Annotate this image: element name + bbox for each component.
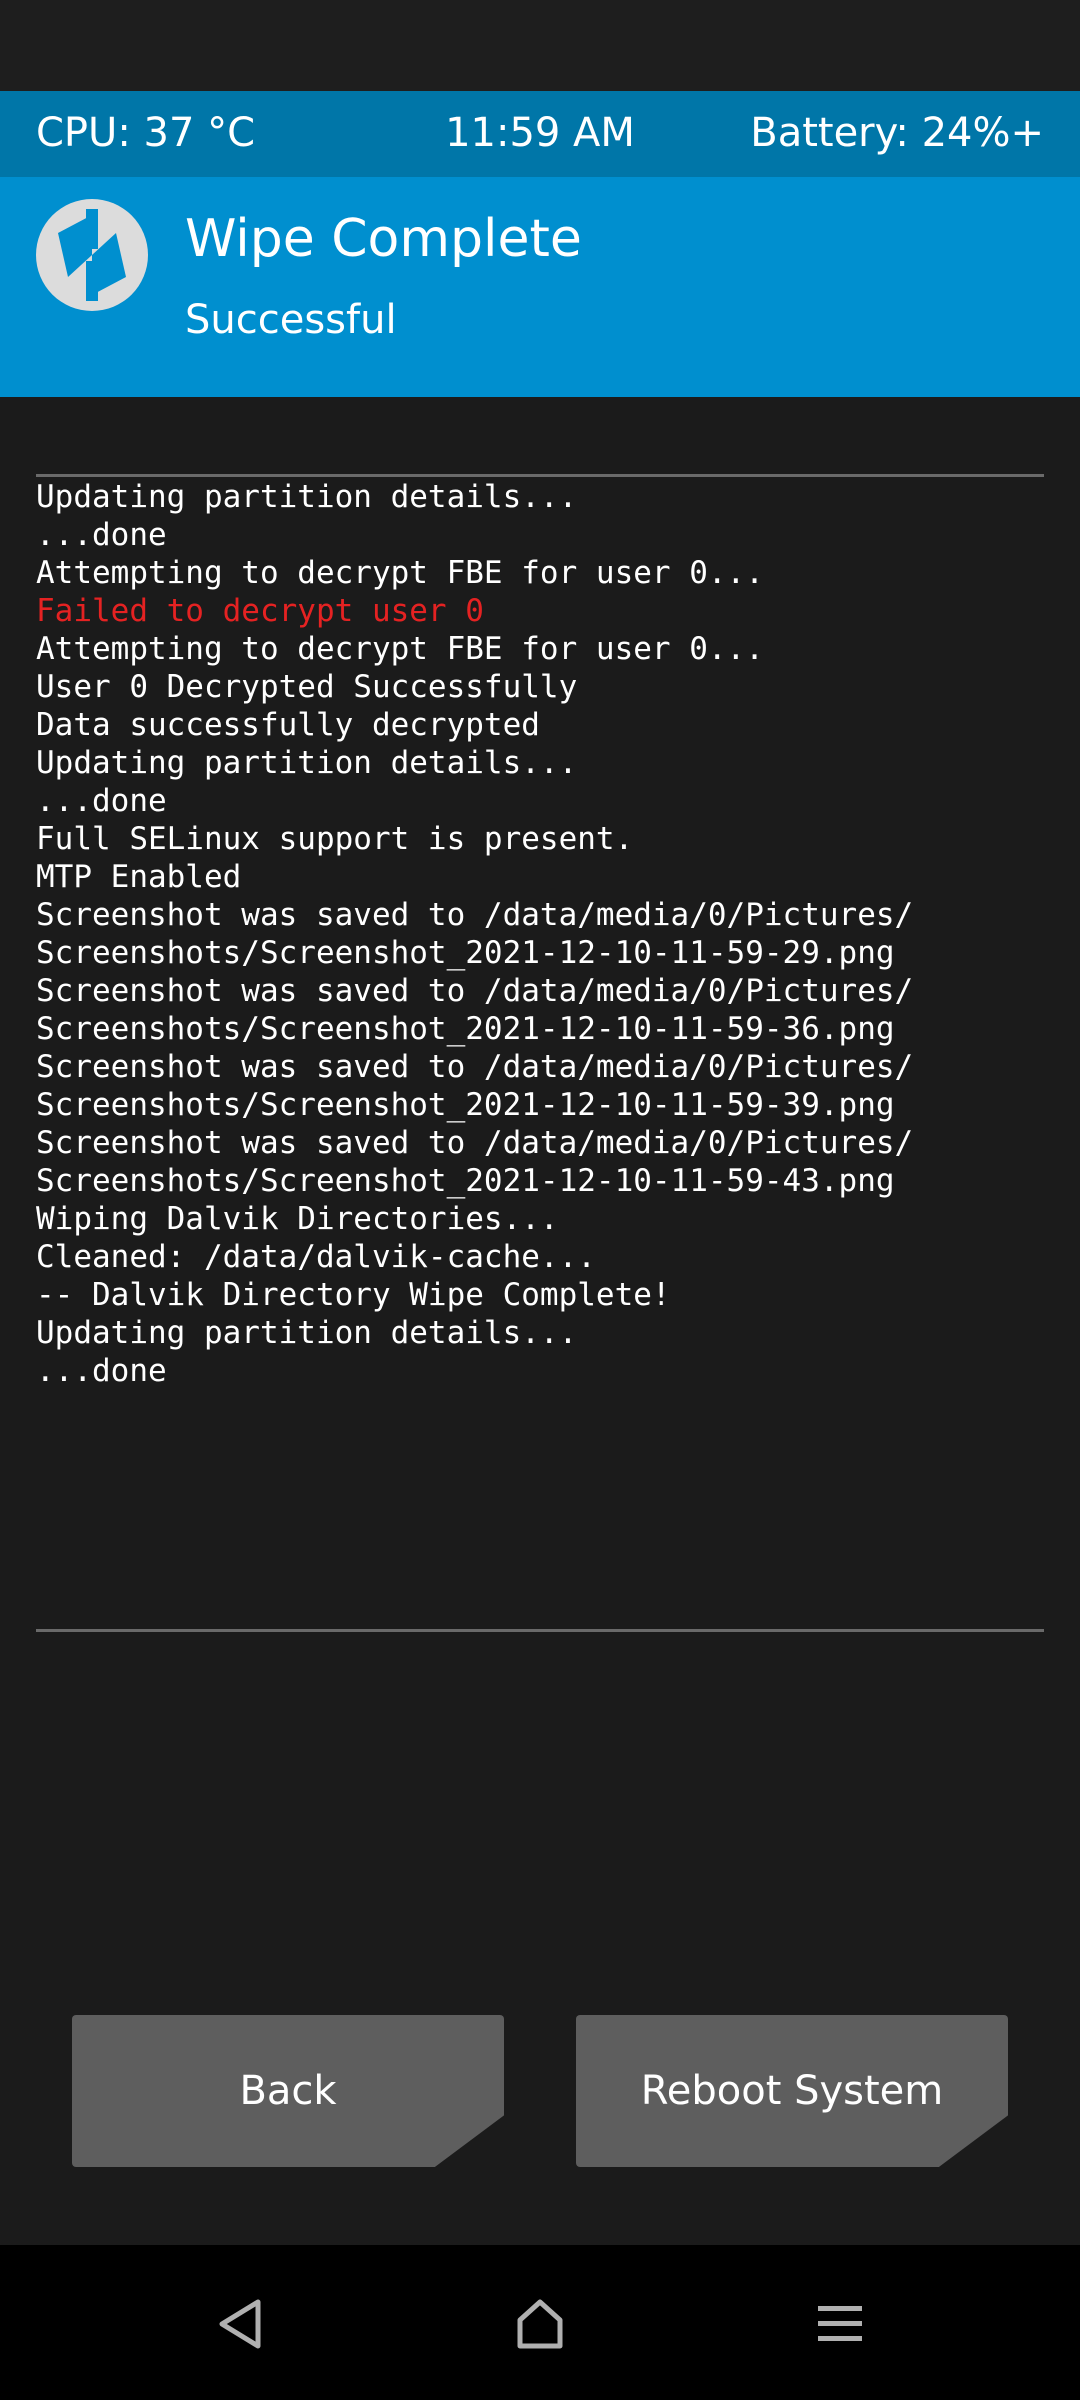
page-subtitle: Successful: [185, 297, 397, 343]
page-header: Wipe Complete Successful: [0, 177, 1080, 397]
back-button[interactable]: Back: [72, 2015, 504, 2167]
nav-back-icon[interactable]: [210, 2294, 270, 2354]
console-line: -- Dalvik Directory Wipe Complete!: [36, 1277, 671, 1313]
console-log[interactable]: Updating partition details... ...done Atte…: [36, 478, 1044, 1628]
status-bar: CPU: 37 °C 11:59 AM Battery: 24%+: [0, 91, 1080, 177]
console-line: Screenshot was saved to /data/media/0/Pi…: [36, 1125, 914, 1161]
console-bottom-divider: [36, 1629, 1044, 1632]
console-line: Updating partition details...: [36, 745, 578, 781]
console-line: Screenshots/Screenshot_2021-12-10-11-59-…: [36, 1011, 895, 1047]
console-top-divider: [36, 474, 1044, 477]
page-title: Wipe Complete: [185, 209, 582, 269]
nav-home-icon[interactable]: [510, 2294, 570, 2354]
console-line: User 0 Decrypted Successfully: [36, 669, 578, 705]
console-line: Screenshot was saved to /data/media/0/Pi…: [36, 973, 914, 1009]
console-line: Updating partition details...: [36, 1315, 578, 1351]
console-line: MTP Enabled: [36, 859, 242, 895]
console-line: Screenshots/Screenshot_2021-12-10-11-59-…: [36, 1087, 895, 1123]
console-line: Attempting to decrypt FBE for user 0...: [36, 555, 764, 591]
top-inset: [0, 0, 1080, 91]
recovery-screen: CPU: 37 °C 11:59 AM Battery: 24%+ Wipe C…: [0, 0, 1080, 2400]
console-line: Wiping Dalvik Directories...: [36, 1201, 559, 1237]
console-line: Screenshots/Screenshot_2021-12-10-11-59-…: [36, 935, 895, 971]
console-line: Cleaned: /data/dalvik-cache...: [36, 1239, 596, 1275]
console-line: Screenshots/Screenshot_2021-12-10-11-59-…: [36, 1163, 895, 1199]
reboot-system-button-label: Reboot System: [640, 2068, 944, 2114]
nav-menu-icon[interactable]: [810, 2294, 870, 2354]
console-line: Screenshot was saved to /data/media/0/Pi…: [36, 1049, 914, 1085]
console-line: ...done: [36, 517, 167, 553]
console-line: Attempting to decrypt FBE for user 0...: [36, 631, 764, 667]
console-line: Data successfully decrypted: [36, 707, 540, 743]
console-line: Updating partition details...: [36, 479, 578, 515]
console-line: Screenshot was saved to /data/media/0/Pi…: [36, 897, 914, 933]
console-line: Full SELinux support is present.: [36, 821, 634, 857]
twrp-logo-icon: [36, 199, 148, 311]
reboot-system-button[interactable]: Reboot System: [576, 2015, 1008, 2167]
battery-status: Battery: 24%+: [750, 110, 1044, 156]
back-button-label: Back: [239, 2068, 337, 2114]
console-line: ...done: [36, 1353, 167, 1389]
console-line: ...done: [36, 783, 167, 819]
console-error-line: Failed to decrypt user 0: [36, 593, 484, 629]
navigation-bar: [0, 2245, 1080, 2400]
